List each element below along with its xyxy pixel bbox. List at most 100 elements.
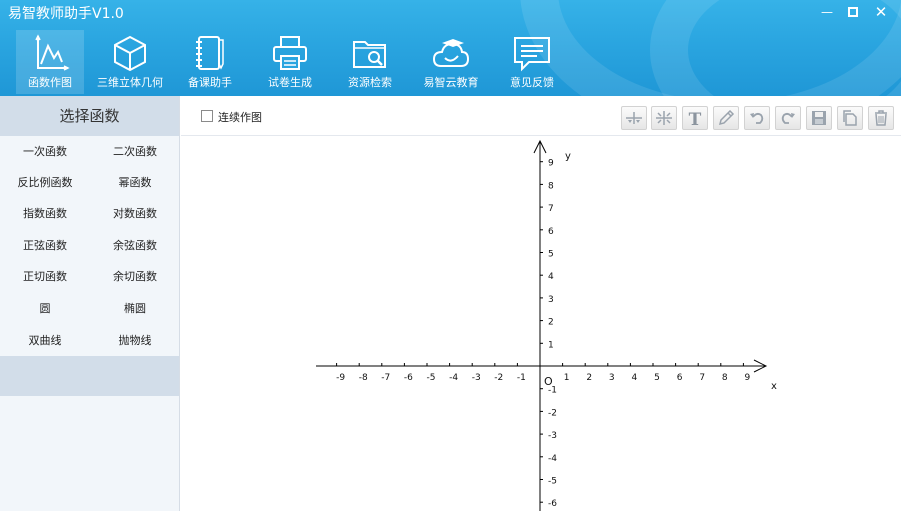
- y-tick-label: 4: [548, 272, 554, 282]
- save-button[interactable]: [806, 106, 832, 130]
- tool-cloud-education[interactable]: 易智云教育: [418, 30, 484, 94]
- tool-label: 资源检索: [348, 76, 392, 89]
- x-tick-label: -3: [472, 373, 481, 383]
- notebook-icon: [196, 36, 224, 70]
- y-tick-label: -4: [548, 454, 557, 464]
- delete-icon: [875, 110, 887, 126]
- 3d-cube-icon: [114, 35, 146, 72]
- tool-label: 意见反馈: [510, 76, 554, 89]
- x-axis-label: x: [771, 381, 777, 392]
- function-inverse-proportional-button[interactable]: 反比例函数: [0, 167, 90, 198]
- tool-3d-geometry[interactable]: 三维立体几何: [92, 30, 168, 94]
- y-axis-tool-icon: [656, 111, 672, 125]
- y-tick-label: 8: [548, 181, 554, 191]
- function-exponential-button[interactable]: 指数函数: [0, 198, 90, 229]
- y-tick-label: -1: [548, 386, 557, 396]
- sidebar-selected-slot: [0, 356, 179, 396]
- function-ellipse-button[interactable]: 椭圆: [90, 293, 180, 324]
- cloud-education-icon: [432, 39, 470, 67]
- tool-label: 易智云教育: [423, 76, 479, 89]
- x-tick-label: -5: [427, 373, 436, 383]
- app-window: 易智教师助手V1.0 — ✕ 函数作图 三维立体几何 备课助手 试卷生成 资源检…: [0, 0, 901, 511]
- x-tick-label: -7: [381, 373, 390, 383]
- close-button[interactable]: ✕: [868, 2, 894, 22]
- x-tick-label: 7: [699, 373, 705, 383]
- feedback-icon: [514, 37, 550, 72]
- minimize-button[interactable]: —: [814, 2, 840, 22]
- folder-search-icon: [353, 41, 386, 68]
- x-tick-label: 3: [609, 373, 615, 383]
- tool-label: 三维立体几何: [97, 76, 163, 89]
- copy-icon: [843, 110, 857, 126]
- undo-icon: [750, 112, 764, 124]
- function-cosine-button[interactable]: 余弦函数: [90, 230, 180, 261]
- sidebar-title: 选择函数: [0, 96, 179, 136]
- close-icon: ✕: [874, 3, 888, 21]
- printer-icon: [273, 36, 307, 70]
- x-tick-label: -2: [494, 373, 503, 383]
- tool-label: 函数作图: [28, 76, 72, 89]
- save-icon: [812, 111, 826, 125]
- maximize-icon: [848, 7, 858, 17]
- x-axis-tool-icon: [626, 112, 642, 124]
- function-parabola-button[interactable]: 抛物线: [90, 325, 180, 356]
- y-tick-label: 1: [548, 340, 554, 350]
- tool-lesson-assistant[interactable]: 备课助手: [180, 30, 240, 94]
- tool-label: 备课助手: [188, 76, 232, 89]
- y-tick-label: 2: [548, 318, 554, 328]
- y-tick-label: 3: [548, 295, 554, 305]
- function-graph-icon: [35, 34, 70, 71]
- undo-button[interactable]: [744, 106, 770, 130]
- coordinate-plane[interactable]: x y O -9 -8 -7 -6 -5 -4 -3 -2 -1 1 2 3 4 5 6 7 8 99876543…: [181, 137, 901, 511]
- function-sine-button[interactable]: 正弦函数: [0, 230, 90, 261]
- redo-button[interactable]: [775, 106, 801, 130]
- y-tick-label: 6: [548, 227, 554, 237]
- delete-button[interactable]: [868, 106, 894, 130]
- y-tick-label: -2: [548, 408, 557, 418]
- window-title: 易智教师助手V1.0: [8, 6, 124, 22]
- y-axis-label: y: [565, 151, 571, 162]
- y-tick-label: 7: [548, 204, 554, 214]
- function-logarithmic-button[interactable]: 对数函数: [90, 198, 180, 229]
- function-power-button[interactable]: 幂函数: [90, 167, 180, 198]
- x-tick-label: 6: [677, 373, 683, 383]
- x-tick-label: 5: [654, 373, 660, 383]
- tool-feedback[interactable]: 意见反馈: [502, 30, 562, 94]
- function-cotangent-button[interactable]: 余切函数: [90, 261, 180, 292]
- redo-icon: [781, 112, 795, 124]
- x-tick-label: 8: [722, 373, 728, 383]
- function-hyperbola-button[interactable]: 双曲线: [0, 325, 90, 356]
- x-tick-label: 9: [745, 373, 751, 383]
- function-circle-button[interactable]: 圆: [0, 293, 90, 324]
- function-linear-button[interactable]: 一次函数: [0, 136, 90, 167]
- copy-button[interactable]: [837, 106, 863, 130]
- tool-label: 试卷生成: [268, 76, 312, 89]
- x-tick-label: 2: [586, 373, 592, 383]
- x-tick-label: 4: [632, 373, 638, 383]
- pencil-tool-button[interactable]: [713, 106, 739, 130]
- text-tool-button[interactable]: T: [682, 106, 708, 130]
- function-sidebar: 选择函数 一次函数 二次函数 反比例函数 幂函数 指数函数 对数函数 正弦函数 …: [0, 96, 180, 511]
- function-tangent-button[interactable]: 正切函数: [0, 261, 90, 292]
- y-axis-tool-button[interactable]: [651, 106, 677, 130]
- graph-canvas[interactable]: x y O -9 -8 -7 -6 -5 -4 -3 -2 -1 1 2 3 4 5 6 7 8 9 9 8 7 6 5 4 3…: [181, 137, 901, 511]
- minimize-icon: —: [821, 5, 833, 19]
- y-tick-label: -3: [548, 431, 557, 441]
- tool-resource-search[interactable]: 资源检索: [340, 30, 400, 94]
- header-bar: 易智教师助手V1.0 — ✕ 函数作图 三维立体几何 备课助手 试卷生成 资源检…: [0, 0, 901, 96]
- text-tool-icon: T: [689, 110, 702, 126]
- maximize-button[interactable]: [840, 2, 866, 22]
- x-axis-tool-button[interactable]: [621, 106, 647, 130]
- tool-function-graph[interactable]: 函数作图: [16, 30, 84, 94]
- y-tick-label: -6: [548, 499, 557, 509]
- graph-toolbar: 连续作图 T: [181, 96, 901, 136]
- pencil-icon: [718, 110, 735, 126]
- function-quadratic-button[interactable]: 二次函数: [90, 136, 180, 167]
- continuous-plot-checkbox[interactable]: [201, 110, 213, 122]
- x-tick-label: -4: [449, 373, 458, 383]
- x-tick-label: -1: [517, 373, 526, 383]
- x-tick-label: 1: [564, 373, 570, 383]
- y-tick-label: 5: [548, 250, 554, 260]
- tool-exam-generator[interactable]: 试卷生成: [260, 30, 320, 94]
- x-tick-label: -9: [336, 373, 345, 383]
